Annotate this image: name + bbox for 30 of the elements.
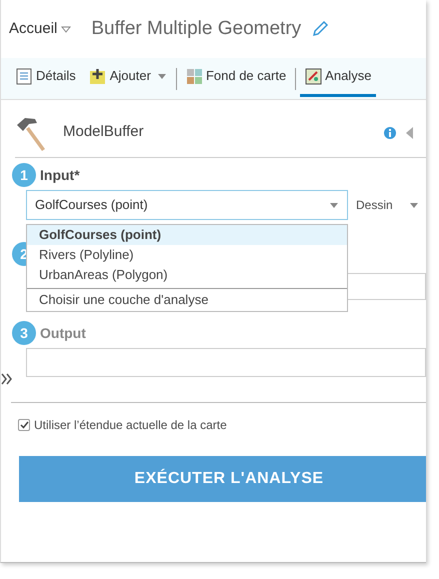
step-label: Output bbox=[40, 324, 86, 343]
dropdown-option[interactable]: GolfCourses (point) bbox=[27, 225, 347, 245]
toolbar-tab[interactable]: Ajouter bbox=[84, 60, 172, 97]
info-icon[interactable] bbox=[384, 126, 396, 138]
caret-icon bbox=[408, 202, 419, 208]
checkbox[interactable] bbox=[18, 419, 30, 431]
dropdown-option[interactable]: UrbanAreas (Polygon) bbox=[27, 265, 347, 285]
step-label: Input* bbox=[40, 166, 80, 185]
home-menu[interactable]: Accueil bbox=[9, 18, 72, 40]
toolbar-tab[interactable]: Fond de carte bbox=[180, 60, 292, 97]
step-number: 3 bbox=[12, 321, 36, 345]
map-icon bbox=[305, 68, 322, 84]
dropdown-option[interactable]: Choisir une couche d'analyse bbox=[27, 289, 347, 311]
checkbox-label: Utiliser l’étendue actuelle de la carte bbox=[34, 417, 227, 434]
tool-name: ModelBuffer bbox=[63, 122, 145, 142]
toolbar-tab[interactable]: Analyse bbox=[300, 60, 376, 97]
step-number: 1 bbox=[12, 163, 36, 187]
caret-icon bbox=[61, 26, 72, 32]
caret-icon bbox=[329, 202, 339, 208]
plus-icon bbox=[90, 68, 107, 84]
grid-icon bbox=[186, 68, 203, 84]
expand-icon[interactable] bbox=[1, 373, 13, 385]
collapse-icon[interactable] bbox=[406, 126, 414, 138]
toolbar-tab[interactable]: Détails bbox=[11, 60, 81, 97]
draw-menu[interactable]: Dessin bbox=[356, 196, 419, 214]
document-icon bbox=[16, 68, 33, 84]
map-title: Buffer Multiple Geometry bbox=[91, 16, 302, 41]
layer-select[interactable]: GolfCourses (point) bbox=[26, 190, 348, 220]
pencil-icon[interactable] bbox=[311, 20, 330, 38]
output-field[interactable] bbox=[26, 348, 426, 377]
